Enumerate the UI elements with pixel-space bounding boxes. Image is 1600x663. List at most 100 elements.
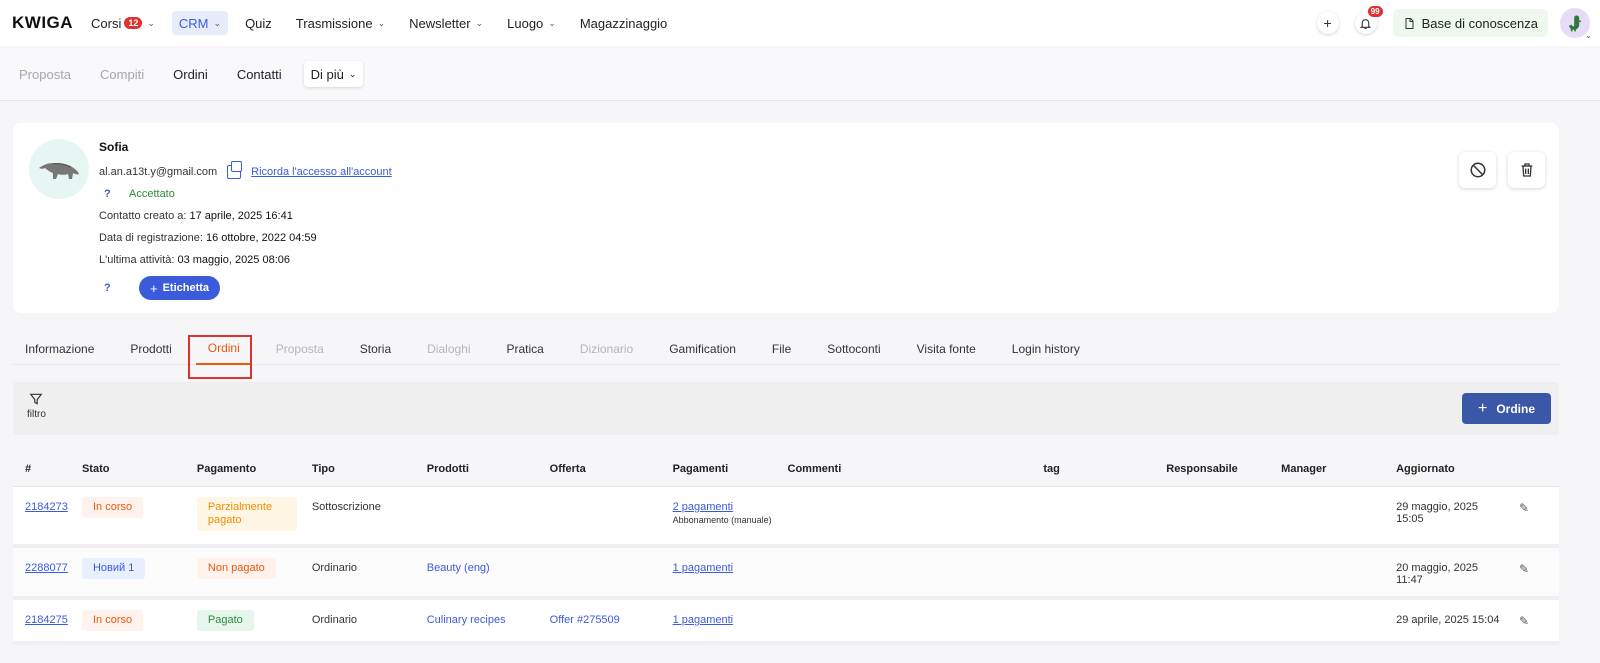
help-icon[interactable]: ? [99,188,129,200]
order-offer[interactable] [538,487,661,544]
subnav-item-compiti[interactable]: Compiti [93,61,151,87]
edit-order-button[interactable]: ✎ [1519,487,1559,544]
tab-sottoconti[interactable]: Sottoconti [815,332,892,365]
order-type: Ordinario [311,614,358,626]
subnav-item-contatti[interactable]: Contatti [230,61,289,87]
tab-visita-fonte[interactable]: Visita fonte [905,332,988,365]
payment-badge: Pagato [196,610,254,631]
column-header[interactable]: Pagamenti [661,463,776,475]
block-icon [1470,162,1485,178]
column-header[interactable]: # [13,463,70,475]
responsible-cell [1154,600,1269,641]
responsible-cell [1154,548,1269,596]
chevron-down-icon: ⌄ [147,17,155,28]
table-row[interactable]: 2184273 In corso Parzialmente pagato Sot… [13,487,1559,548]
order-product[interactable]: Beauty (eng) [415,548,538,596]
contact-status-row: ? Accettato [99,183,392,205]
order-offer[interactable] [538,548,661,596]
add-button[interactable]: + [1316,12,1339,34]
tab-pratica[interactable]: Pratica [495,332,556,365]
nav-item-magazzinaggio[interactable]: Magazzinaggio [573,11,674,35]
column-header[interactable]: Stato [70,463,185,475]
notifications-button[interactable]: 99 [1354,6,1383,34]
copy-icon[interactable] [227,161,243,179]
contact-info: Sofia al.an.a13t.y@gmail.com Ricorda l'a… [99,140,392,305]
tab-gamification[interactable]: Gamification [657,332,748,365]
column-header[interactable]: Commenti [776,463,1032,475]
top-right-actions: + 99 Base di conoscenza ⌄ [1316,0,1600,46]
column-header[interactable]: Pagamento [185,463,300,475]
tab-informazione[interactable]: Informazione [13,332,106,365]
more-label: Di più [310,66,344,82]
contact-last-activity-row: L'ultima attività: 03 maggio, 2025 08:06 [99,249,392,271]
nav-item-label: Magazzinaggio [579,15,668,31]
tab-prodotti[interactable]: Prodotti [118,332,183,365]
table-row[interactable]: 2184275 In corso Pagato Ordinario Culina… [13,600,1559,645]
dinosaur-icon [1569,15,1581,32]
tab-login-history[interactable]: Login history [1000,332,1092,365]
payment-badge: Parzialmente pagato [196,497,297,531]
payments-cell: 1 pagamenti [661,548,776,596]
payments-link[interactable]: 1 pagamenti [673,614,734,626]
order-product[interactable] [415,487,538,544]
filter-bar: filtro + Ordine [13,382,1559,435]
payments-link[interactable]: 1 pagamenti [673,562,734,574]
add-tag-button[interactable]: + Etichetta [139,276,221,300]
tab-storia[interactable]: Storia [348,332,403,365]
edit-order-button[interactable]: ✎ [1519,600,1559,641]
column-header[interactable]: Manager [1269,463,1384,475]
column-header[interactable]: tag [1031,463,1154,475]
user-avatar[interactable]: ⌄ [1560,8,1592,40]
edit-order-button[interactable]: ✎ [1519,548,1559,596]
column-header[interactable]: Tipo [300,463,415,475]
help-icon[interactable]: ? [99,282,129,294]
column-header[interactable]: Prodotti [415,463,538,475]
table-row[interactable]: 2288077 Новий 1 Non pagato Ordinario Bea… [13,548,1559,600]
order-id-link[interactable]: 2288077 [25,562,68,574]
filter-button[interactable]: filtro [27,392,46,420]
registered-value: 16 ottobre, 2022 04:59 [205,232,317,244]
add-tag-label: Etichetta [162,282,210,294]
logo[interactable]: KWIGA [12,13,84,33]
column-header[interactable]: Responsabile [1154,463,1269,475]
nav-item-trasmissione[interactable]: Trasmissione ⌄ [289,11,392,35]
nav-item-corsi[interactable]: Corsi 12 ⌄ [84,11,162,35]
knowledge-base-button[interactable]: Base di conoscenza [1392,9,1548,37]
add-order-button[interactable]: + Ordine [1461,393,1551,424]
tab-dialoghi[interactable]: Dialoghi [415,332,482,365]
updated-date: 20 maggio, 2025 [1396,562,1479,574]
courses-count-badge: 12 [124,17,143,29]
subnav-more-dropdown[interactable]: Di più ⌄ [303,61,364,87]
tab-file[interactable]: File [760,332,803,365]
order-id-link[interactable]: 2184273 [25,501,68,513]
chevron-down-icon: ⌄ [1585,31,1592,40]
last-activity-value: 03 maggio, 2025 08:06 [177,254,291,266]
nav-item-quiz[interactable]: Quiz [238,11,279,35]
contact-card: Sofia al.an.a13t.y@gmail.com Ricorda l'a… [13,123,1559,313]
order-offer[interactable]: Offer #275509 [538,600,661,641]
tab-proposta[interactable]: Proposta [264,332,336,365]
nav-item-newsletter[interactable]: Newsletter ⌄ [402,11,490,35]
nav-item-luogo[interactable]: Luogo ⌄ [500,11,563,35]
nav-item-crm[interactable]: CRM ⌄ [171,11,229,35]
pencil-icon: ✎ [1519,562,1530,576]
subnav-item-proposta[interactable]: Proposta [12,61,78,87]
payment-badge: Non pagato [196,558,276,579]
contact-tags-row: ? + Etichetta [99,271,392,305]
remember-access-link[interactable]: Ricorda l'accesso all'account [251,166,392,178]
subnav-item-ordini[interactable]: Ordini [166,61,215,87]
manager-cell [1269,548,1384,596]
column-header[interactable]: Aggiornato [1384,463,1519,475]
payments-link[interactable]: 2 pagamenti [673,501,734,513]
tab-dizionario[interactable]: Dizionario [568,332,645,365]
column-header[interactable]: Offerta [538,463,661,475]
block-button[interactable] [1459,152,1496,188]
order-product[interactable]: Culinary recipes [415,600,538,641]
payments-note: Abbonamento (manuale) [672,515,772,525]
contact-email-row: al.an.a13t.y@gmail.com Ricorda l'accesso… [99,161,392,183]
updated-cell: 20 maggio, 2025 11:47 [1384,548,1519,596]
filter-icon [30,393,43,405]
delete-button[interactable] [1508,152,1545,188]
order-id-link[interactable]: 2184275 [25,614,68,626]
crm-subnavigation: Proposta Compiti Ordini Contatti Di più … [0,48,1600,101]
